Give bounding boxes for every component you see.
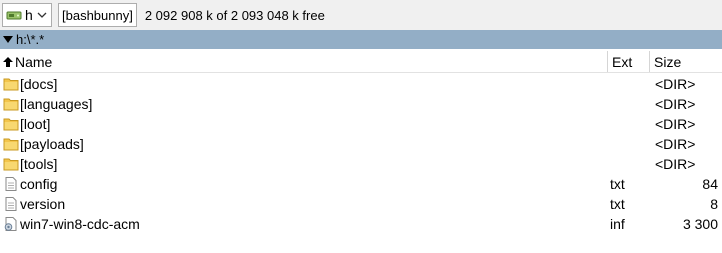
file-row-config[interactable]: config txt 84	[0, 174, 722, 194]
file-name: [payloads]	[20, 136, 84, 152]
file-size: <DIR>	[655, 96, 696, 112]
file-size: 3 300	[682, 216, 718, 232]
column-ext-label: Ext	[612, 53, 633, 70]
column-name-label: Name	[15, 53, 53, 70]
file-name: win7-win8-cdc-acm	[20, 216, 140, 232]
file-size: <DIR>	[655, 136, 696, 152]
volume-label-button[interactable]: [bashbunny]	[58, 3, 137, 27]
file-row-loot[interactable]: [loot] <DIR>	[0, 114, 722, 134]
sort-up-arrow-icon	[3, 56, 13, 67]
drive-bar: h [bashbunny] 2 092 908 k of 2 093 048 k…	[0, 0, 722, 30]
file-row-docs[interactable]: [docs] <DIR>	[0, 74, 722, 94]
file-name: [docs]	[20, 76, 58, 92]
current-path: h:\*.*	[16, 32, 45, 47]
column-header-name[interactable]: Name	[0, 51, 607, 72]
triangle-down-icon	[3, 35, 13, 43]
path-bar[interactable]: h:\*.*	[0, 30, 722, 49]
file-row-tools[interactable]: [tools] <DIR>	[0, 154, 722, 174]
file-ext: inf	[610, 216, 625, 232]
file-size: <DIR>	[655, 156, 696, 172]
file-name: version	[20, 196, 66, 212]
file-list: [docs] <DIR> [languages] <DIR> [loot] <D…	[0, 74, 722, 234]
file-size: 8	[710, 196, 718, 212]
file-ext: txt	[610, 176, 625, 192]
folder-icon	[3, 98, 19, 111]
settings-file-icon	[4, 217, 17, 231]
column-header-size[interactable]: Size	[650, 51, 722, 72]
file-row-version[interactable]: version txt 8	[0, 194, 722, 214]
file-size: <DIR>	[655, 116, 696, 132]
folder-icon	[3, 158, 19, 171]
file-size: <DIR>	[655, 76, 696, 92]
file-size: 84	[702, 176, 718, 192]
folder-icon	[3, 78, 19, 91]
folder-icon	[3, 138, 19, 151]
folder-icon	[3, 118, 19, 131]
file-name: [loot]	[20, 116, 51, 132]
drive-letter: h	[25, 7, 33, 23]
file-name: [tools]	[20, 156, 58, 172]
usb-drive-icon	[6, 11, 22, 20]
chevron-down-icon	[37, 12, 47, 18]
text-file-icon	[5, 177, 17, 191]
file-row-win7-win8-cdc-acm[interactable]: win7-win8-cdc-acm inf 3 300	[0, 214, 722, 234]
file-name: config	[20, 176, 58, 192]
text-file-icon	[5, 197, 17, 211]
column-size-label: Size	[654, 53, 682, 70]
drive-selector[interactable]: h	[2, 3, 52, 27]
column-header-ext[interactable]: Ext	[608, 51, 649, 72]
file-name: [languages]	[20, 96, 93, 112]
column-header: Name Ext Size	[0, 51, 722, 73]
file-row-payloads[interactable]: [payloads] <DIR>	[0, 134, 722, 154]
file-ext: txt	[610, 196, 625, 212]
file-row-languages[interactable]: [languages] <DIR>	[0, 94, 722, 114]
free-space-text: 2 092 908 k of 2 093 048 k free	[144, 7, 325, 23]
